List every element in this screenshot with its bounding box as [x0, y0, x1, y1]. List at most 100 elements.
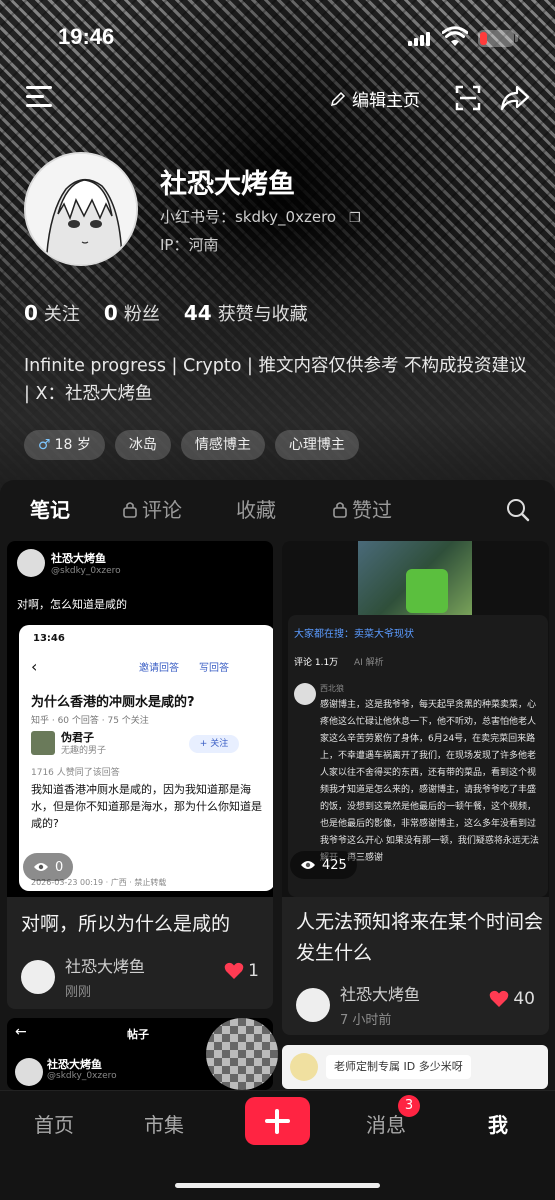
eye-icon	[301, 861, 315, 869]
comment-count: 评论 1.1万	[294, 658, 339, 668]
pinned-label: 老师定制专属 ID 多少米呀	[326, 1055, 471, 1079]
red-id-text: 小红书号：skdky_0xzero	[160, 208, 337, 226]
eye-icon	[34, 863, 48, 871]
post-card[interactable]: 大家都在搜：卖菜大爷现状 评论 1.1万 AI 解析 西北狼 感谢博主，这是我爷…	[282, 541, 549, 1035]
back-arrow-icon: ←	[15, 1024, 27, 1040]
battery-icon	[478, 30, 518, 47]
avatar[interactable]	[24, 152, 138, 266]
stat-followers[interactable]: 0 粉丝	[104, 300, 160, 326]
stat-label: 关注	[43, 304, 80, 325]
post-time: 刚刚	[65, 985, 92, 1000]
tag-location: 冰岛	[114, 430, 171, 460]
card-header: 帖子	[127, 1028, 149, 1041]
tweet-handle: @skdky_0xzero	[51, 566, 121, 576]
question-meta: 知乎 · 60 个回答 · 75 个关注	[31, 716, 149, 726]
answerer-subtitle: 无趣的男子	[61, 746, 107, 756]
tag-age: ♂ 18 岁	[24, 430, 105, 460]
tab-label: 收藏	[236, 498, 276, 522]
tweet-name: 社恐大烤鱼	[51, 552, 106, 565]
stat-likes[interactable]: 44 获赞与收藏	[184, 300, 308, 326]
nav-home[interactable]: 首页	[34, 1109, 74, 1138]
tab-notes[interactable]: 笔记	[30, 494, 70, 523]
pinned-card[interactable]: 老师定制专属 ID 多少米呀	[282, 1045, 548, 1089]
post-author: 社恐大烤鱼 7 小时前	[296, 981, 420, 1028]
tab-comments[interactable]: 评论	[122, 494, 182, 523]
post-card[interactable]: 社恐大烤鱼 @skdky_0xzero 对啊，怎么知道是咸的 13:46 ‹ 邀…	[7, 541, 273, 1009]
post-time: 7 小时前	[340, 1013, 392, 1028]
embedded-screenshot: 13:46 ‹ 邀请回答 写回答 为什么香港的冲厕水是咸的? 知乎 · 60 个…	[19, 625, 273, 891]
menu-icon[interactable]	[26, 86, 52, 110]
heart-icon	[224, 962, 244, 979]
tag-interest: 心理博主	[274, 430, 359, 460]
invite-answer: 邀请回答	[139, 663, 179, 674]
like-button[interactable]: 1	[224, 961, 259, 981]
search-icon[interactable]	[506, 498, 530, 522]
lock-icon	[333, 501, 347, 518]
stats-row: 0 关注 0 粉丝 44 获赞与收藏	[24, 300, 332, 326]
view-count-value: 0	[55, 859, 64, 875]
profile-name: 社恐大烤鱼	[160, 169, 295, 200]
tag-interest: 情感博主	[180, 430, 265, 460]
share-icon[interactable]	[500, 84, 530, 112]
copy-icon[interactable]: ❐	[349, 211, 361, 226]
post-cover: 大家都在搜：卖菜大爷现状 评论 1.1万 AI 解析 西北狼 感谢博主，这是我爷…	[282, 541, 549, 897]
nav-market[interactable]: 市集	[144, 1109, 184, 1138]
pencil-icon	[330, 91, 346, 106]
bottom-nav: 首页 市集 消息 3 我	[0, 1090, 555, 1200]
status-time: 19:46	[58, 24, 115, 49]
post-cover: 社恐大烤鱼 @skdky_0xzero 对啊，怎么知道是咸的 13:46 ‹ 邀…	[7, 541, 273, 897]
pixelated-avatar	[206, 1018, 278, 1090]
question-title: 为什么香港的冲厕水是咸的?	[31, 695, 195, 710]
signal-icon	[408, 32, 430, 46]
like-count: 1	[248, 961, 259, 981]
commenter-name: 西北狼	[320, 684, 344, 693]
stat-label: 获赞与收藏	[217, 304, 308, 325]
agree-count: 1716 人赞同了该回答	[31, 768, 120, 778]
back-icon: ‹	[31, 657, 38, 676]
profile-tabs: 笔记 评论 收藏 赞过	[0, 494, 555, 545]
edit-profile-label: 编辑主页	[352, 91, 420, 111]
answerer-avatar	[31, 731, 55, 755]
wifi-icon	[442, 26, 468, 46]
tab-liked[interactable]: 赞过	[332, 494, 392, 523]
home-indicator	[175, 1183, 380, 1188]
top-bar: 编辑主页	[0, 80, 555, 120]
edit-profile-button[interactable]: 编辑主页	[330, 86, 420, 111]
inner-time: 13:46	[33, 633, 65, 644]
trending-search: 大家都在搜：卖菜大爷现状	[294, 629, 414, 640]
video-thumbnail	[358, 541, 472, 617]
tab-label: 笔记	[30, 498, 70, 522]
post-author: 社恐大烤鱼 刚刚	[21, 953, 145, 1000]
stat-value: 44	[183, 301, 212, 325]
stat-value: 0	[24, 301, 38, 325]
post-title: 人无法预知将来在某个时间会发生什么	[296, 911, 544, 964]
tab-label: 评论	[142, 498, 182, 522]
write-answer: 写回答	[199, 663, 229, 674]
author-avatar	[21, 959, 55, 994]
create-post-button[interactable]	[245, 1097, 310, 1145]
emoji-icon	[290, 1053, 318, 1081]
tweet-text: 对啊，怎么知道是咸的	[17, 598, 127, 611]
comment-text: 感谢博主，这是我爷爷，每天起早贪黑的种菜卖菜，心疼他这么忙碌让他休息一下，他不听…	[320, 700, 539, 863]
tag-label: 18 岁	[54, 437, 91, 453]
message-badge: 3	[398, 1095, 420, 1117]
nav-me[interactable]: 我	[488, 1109, 508, 1138]
scan-icon[interactable]	[454, 84, 482, 112]
ip-location: IP：河南	[160, 236, 219, 254]
tweet-avatar	[17, 549, 45, 577]
view-count-value: 425	[322, 857, 347, 873]
view-count: 0	[23, 853, 74, 881]
like-button[interactable]: 40	[489, 989, 535, 1009]
profile-tags: ♂ 18 岁 冰岛 情感博主 心理博主	[24, 430, 369, 460]
ai-tab: AI 解析	[354, 658, 384, 668]
author-avatar	[296, 987, 330, 1022]
male-icon: ♂	[38, 437, 51, 453]
view-count: 425	[290, 851, 357, 879]
heart-icon	[490, 990, 509, 1007]
like-count: 40	[513, 989, 535, 1009]
stat-following[interactable]: 0 关注	[24, 300, 80, 326]
status-bar: 19:46	[0, 18, 555, 58]
author-handle: @skdky_0xzero	[47, 1071, 117, 1081]
stat-value: 0	[103, 301, 118, 325]
tab-collections[interactable]: 收藏	[236, 494, 276, 523]
